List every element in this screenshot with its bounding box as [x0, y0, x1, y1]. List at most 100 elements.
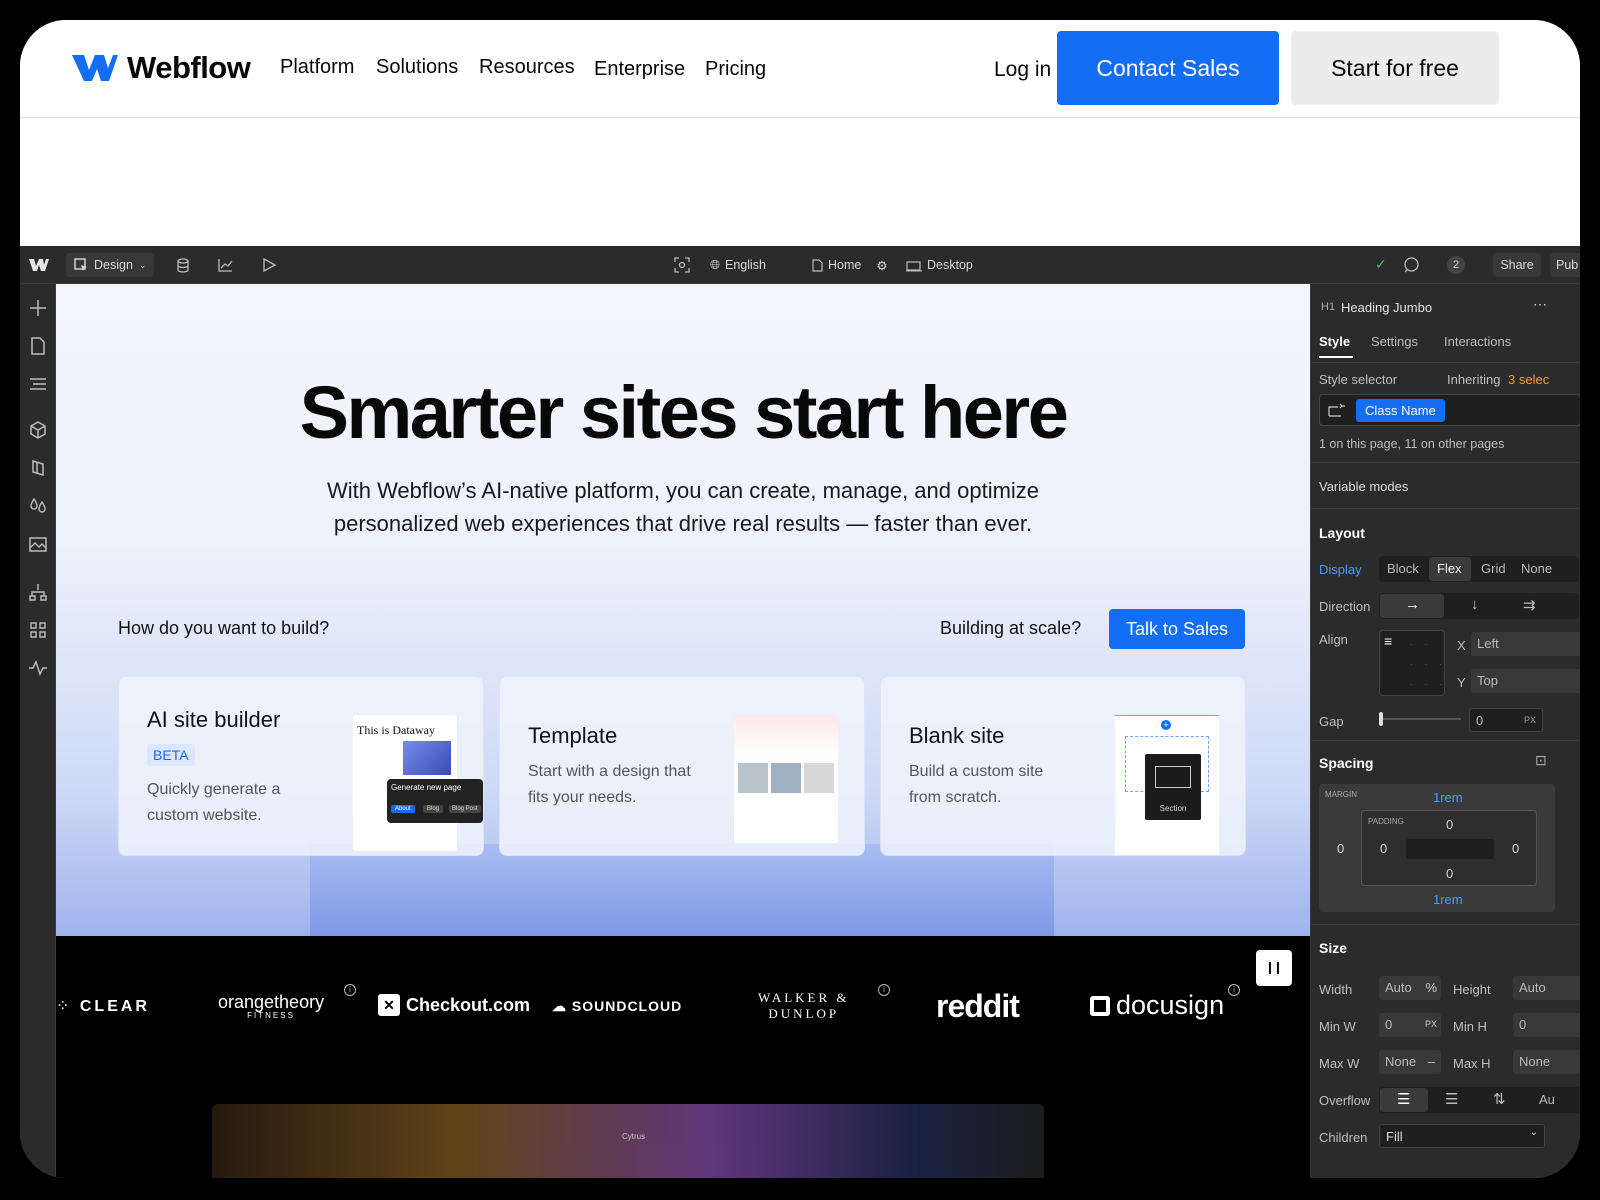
chip-about[interactable]: About: [391, 805, 415, 813]
publish-button[interactable]: Pub: [1550, 253, 1580, 277]
card-template[interactable]: Template Start with a design that fits y…: [499, 676, 865, 856]
variables-icon[interactable]: [28, 496, 48, 516]
start-free-button[interactable]: Start for free: [1291, 31, 1499, 105]
hero-title[interactable]: Smarter sites start here: [56, 370, 1310, 455]
max-width-input[interactable]: None –: [1379, 1050, 1441, 1074]
display-block-option[interactable]: Block: [1387, 561, 1419, 576]
chip-blog-post[interactable]: Blog Post: [449, 805, 481, 813]
contact-sales-button[interactable]: Contact Sales: [1057, 31, 1279, 105]
gap-unit: PX: [1523, 715, 1536, 725]
padding-left-value[interactable]: 0: [1380, 841, 1387, 856]
focus-icon[interactable]: [674, 257, 690, 273]
activity-icon[interactable]: [28, 658, 48, 678]
padding-box[interactable]: PADDING 0 0 0 0: [1361, 810, 1537, 886]
overflow-hidden-icon[interactable]: ☰: [1445, 1090, 1458, 1108]
margin-bottom-value[interactable]: 1rem: [1433, 892, 1463, 907]
nav-pricing[interactable]: Pricing: [705, 58, 766, 81]
apps-icon[interactable]: [28, 620, 48, 640]
margin-box[interactable]: MARGIN 1rem 0 0 1rem PADDING 0 0 0 0: [1319, 784, 1555, 912]
padding-bottom-value[interactable]: 0: [1446, 866, 1453, 881]
padding-top-value[interactable]: 0: [1446, 817, 1453, 832]
analytics-icon[interactable]: [218, 258, 233, 272]
database-icon[interactable]: [176, 258, 190, 273]
variable-modes-label[interactable]: Variable modes: [1319, 479, 1408, 494]
design-mode-button[interactable]: Design ⌄: [66, 253, 155, 277]
beta-badge: BETA: [147, 744, 195, 766]
height-input[interactable]: Auto: [1513, 976, 1580, 1000]
tab-settings[interactable]: Settings: [1371, 334, 1418, 349]
pages-icon[interactable]: [28, 336, 48, 356]
spacing-options-icon[interactable]: ⊡: [1535, 752, 1547, 769]
gear-icon[interactable]: ⚙︎: [876, 258, 887, 273]
children-select[interactable]: Fill ⌄: [1379, 1124, 1545, 1148]
build-question: How do you want to build?: [118, 618, 330, 638]
align-grid[interactable]: ≡ ·· ··· ···: [1379, 630, 1445, 696]
webflow-logo[interactable]: Webflow: [70, 50, 251, 86]
page-selector[interactable]: Home ⚙︎: [812, 246, 888, 284]
logo-orangetheory: orangetheory FITNESS: [218, 992, 324, 1020]
arrow-right-icon[interactable]: →: [1405, 596, 1420, 613]
info-icon[interactable]: i: [344, 984, 356, 996]
overflow-scroll-icon[interactable]: ⇅: [1493, 1090, 1506, 1108]
tab-interactions[interactable]: Interactions: [1444, 334, 1511, 349]
display-none-option[interactable]: None: [1521, 561, 1552, 576]
margin-left-value[interactable]: 0: [1337, 841, 1344, 856]
info-icon[interactable]: i: [1228, 984, 1240, 996]
talk-to-sales-button[interactable]: Talk to Sales: [1109, 609, 1245, 649]
info-icon[interactable]: i: [878, 984, 890, 996]
nav-enterprise[interactable]: Enterprise: [594, 58, 685, 81]
play-icon[interactable]: [262, 258, 276, 272]
gap-input[interactable]: 0 PX: [1469, 708, 1543, 732]
card-blank-site[interactable]: Blank site Build a custom site from scra…: [880, 676, 1246, 856]
min-width-input[interactable]: 0 PX: [1379, 1013, 1441, 1037]
overflow-visible-icon[interactable]: ☰: [1397, 1090, 1410, 1108]
min-height-input[interactable]: 0: [1513, 1013, 1580, 1037]
more-icon[interactable]: ⋯: [1533, 296, 1547, 313]
divider: [1311, 740, 1580, 741]
breakpoint-selector[interactable]: Desktop: [906, 246, 973, 284]
design-mode-label: Design: [94, 258, 133, 272]
add-icon[interactable]: [28, 298, 48, 318]
gap-value: 0: [1476, 713, 1484, 728]
chip-blog[interactable]: Blog: [423, 805, 444, 813]
align-x-select[interactable]: Left: [1471, 632, 1580, 656]
navigator-icon[interactable]: [28, 374, 48, 394]
arrow-down-icon[interactable]: ↓: [1471, 596, 1479, 613]
class-name-chip[interactable]: Class Name: [1356, 399, 1445, 422]
nav-resources[interactable]: Resources: [479, 56, 575, 79]
gap-slider-handle[interactable]: [1379, 712, 1383, 726]
assets-icon[interactable]: [28, 534, 48, 554]
width-input[interactable]: Auto%: [1379, 976, 1441, 1000]
class-selector-field[interactable]: Class Name: [1319, 394, 1580, 426]
tab-style[interactable]: Style: [1319, 334, 1350, 349]
comment-icon[interactable]: [1403, 257, 1420, 273]
align-y-select[interactable]: Top: [1471, 669, 1580, 693]
max-height-input[interactable]: None: [1513, 1050, 1580, 1074]
card-ai-site-builder[interactable]: AI site builder BETA Quickly generate a …: [118, 676, 484, 856]
cursor-icon: [74, 258, 87, 271]
nav-solutions[interactable]: Solutions: [376, 56, 458, 79]
display-flex-option[interactable]: Flex: [1437, 561, 1462, 576]
inheriting-count[interactable]: 3 selec: [1508, 372, 1549, 387]
gap-slider[interactable]: [1381, 718, 1461, 720]
login-link[interactable]: Log in: [994, 58, 1051, 82]
margin-top-value[interactable]: 1rem: [1433, 790, 1463, 805]
comments-count-badge[interactable]: 2: [1447, 256, 1465, 274]
display-options: Block Flex Grid None: [1379, 556, 1579, 582]
overflow-auto-option[interactable]: Au: [1539, 1092, 1555, 1107]
wrap-icon[interactable]: ⇉: [1523, 596, 1536, 614]
language-selector[interactable]: 🌐︎ English: [710, 246, 766, 284]
logic-icon[interactable]: [28, 582, 48, 602]
card-description: Quickly generate a custom website.: [147, 781, 281, 824]
display-grid-option[interactable]: Grid: [1481, 561, 1506, 576]
nav-platform[interactable]: Platform: [280, 56, 354, 79]
pause-button[interactable]: [1256, 950, 1292, 986]
share-button[interactable]: Share: [1493, 253, 1541, 277]
logo-docusign: docusign: [1090, 990, 1224, 1021]
padding-right-value[interactable]: 0: [1512, 841, 1519, 856]
components-icon[interactable]: [28, 420, 48, 440]
design-canvas: Smarter sites start here With Webflow’s …: [56, 284, 1310, 936]
webflow-mini-logo-icon[interactable]: [29, 258, 49, 272]
styles-icon[interactable]: [28, 458, 48, 478]
direction-label: Direction: [1319, 599, 1371, 614]
